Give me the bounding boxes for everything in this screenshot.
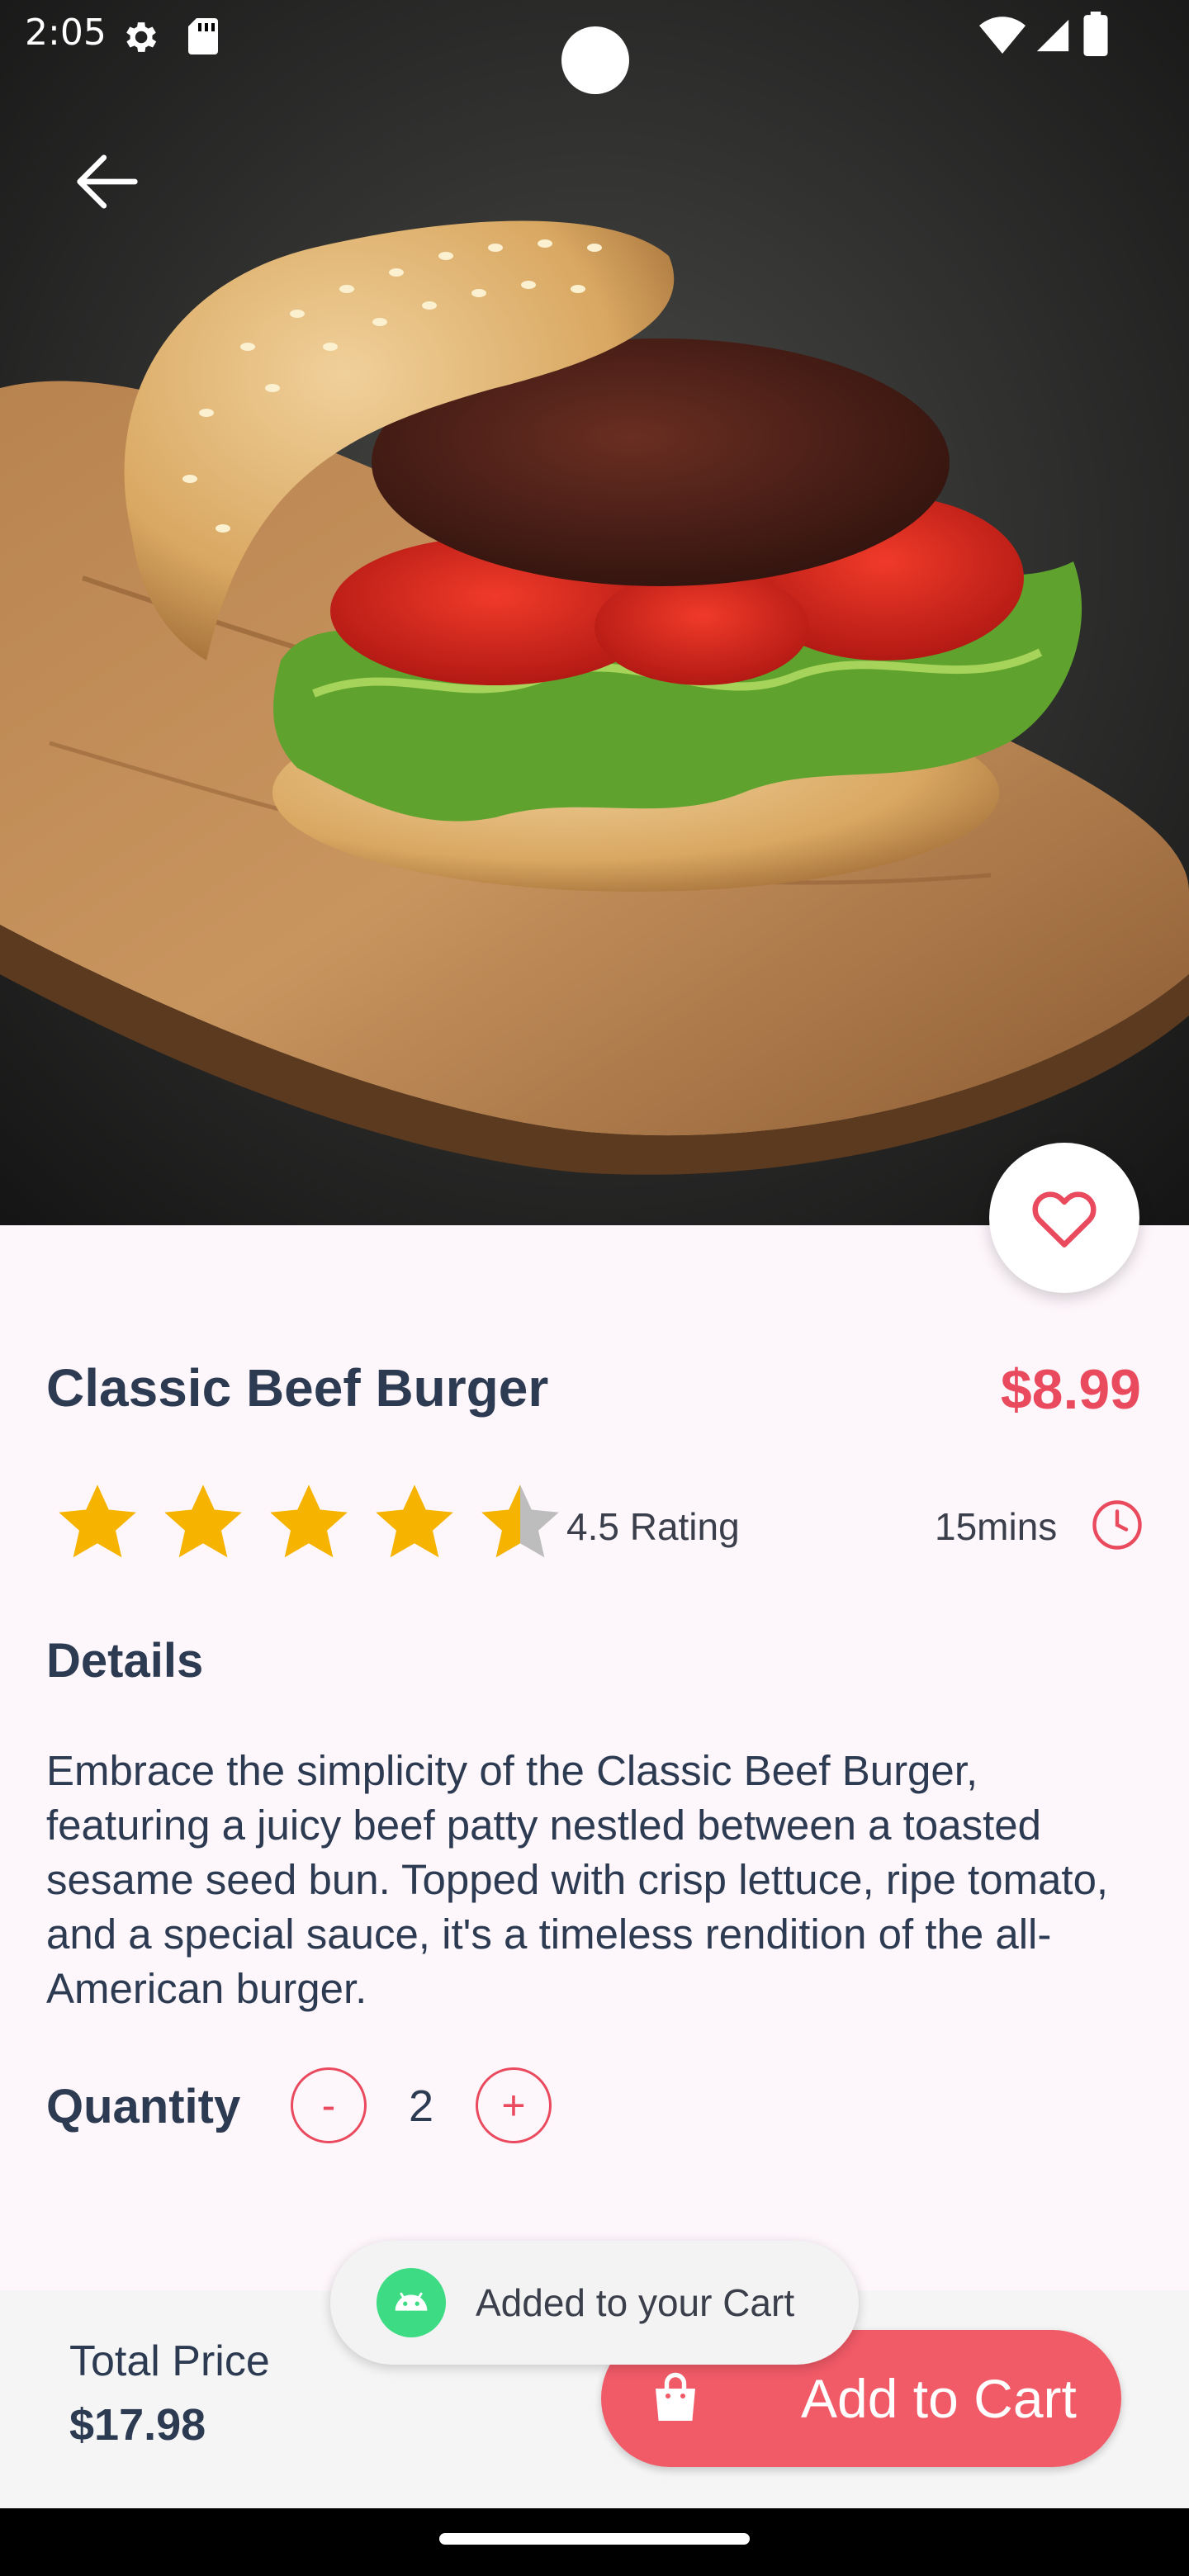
status-time: 2:05: [25, 12, 107, 54]
product-description: Embrace the simplicity of the Classic Be…: [46, 1747, 1109, 2012]
rating-stars: [46, 1478, 575, 1569]
product-title: Classic Beef Burger: [46, 1358, 549, 1418]
battery-icon: [1083, 12, 1108, 56]
toast-notification: Added to your Cart: [330, 2241, 859, 2365]
quantity-increase-button[interactable]: +: [476, 2067, 552, 2143]
quantity-decrease-button[interactable]: -: [291, 2067, 367, 2143]
star-half-icon: [481, 1485, 559, 1558]
back-arrow-icon[interactable]: [66, 140, 149, 223]
prep-time: 15mins: [935, 1505, 1058, 1548]
total-price-value: $17.98: [69, 2400, 206, 2450]
total-price-label: Total Price: [69, 2337, 270, 2385]
details-heading: Details: [46, 1634, 204, 1688]
star-icon: [164, 1485, 242, 1558]
home-gesture-handle[interactable]: [439, 2533, 750, 2545]
camera-cutout: [561, 26, 629, 94]
status-bar: 2:05: [0, 0, 1189, 94]
product-image: [0, 0, 1189, 1225]
toast-message: Added to your Cart: [476, 2281, 795, 2324]
add-to-cart-label: Add to Cart: [801, 2368, 1077, 2429]
favorite-button[interactable]: [989, 1143, 1139, 1293]
quantity-label: Quantity: [46, 2080, 241, 2133]
clock-icon: [1092, 1500, 1142, 1550]
sd-card-icon: [188, 18, 218, 54]
star-icon: [270, 1485, 348, 1558]
star-icon: [376, 1485, 453, 1558]
shopping-bag-icon: [656, 2372, 695, 2421]
product-price: $8.99: [1000, 1358, 1141, 1421]
quantity-value: 2: [408, 2081, 434, 2131]
heart-icon: [1032, 1191, 1097, 1248]
rating-text: 4.5 Rating: [566, 1505, 740, 1548]
star-icon: [59, 1485, 136, 1558]
signal-icon: [1036, 19, 1069, 52]
settings-icon: [126, 22, 157, 52]
android-icon: [377, 2268, 446, 2337]
wifi-icon: [979, 17, 1026, 54]
